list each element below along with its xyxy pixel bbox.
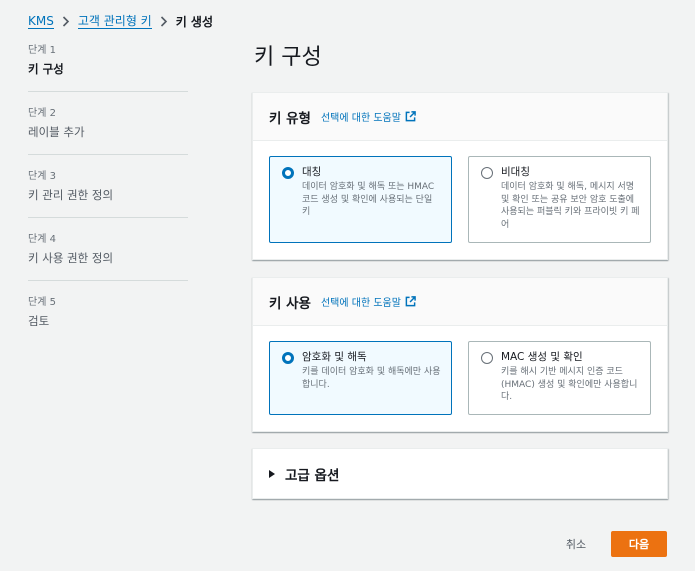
info-link[interactable]: 선택에 대한 도움말 — [321, 109, 416, 124]
breadcrumb-link-kms[interactable]: KMS — [28, 14, 54, 29]
step-number: 단계 3 — [28, 171, 56, 182]
option-title: MAC 생성 및 확인 — [501, 351, 583, 363]
key-type-options: 대칭 데이터 암호화 및 해독 또는 HMAC 코드 생성 및 확인에 사용되는… — [253, 141, 667, 259]
advanced-options-title: 고급 옵션 — [285, 467, 340, 484]
info-link-label: 선택에 대한 도움말 — [320, 113, 401, 124]
option-title: 대칭 — [302, 166, 322, 178]
step-number: 단계 5 — [28, 297, 56, 308]
option-description: 키를 데이터 암호화 및 해독에만 사용합니다. — [302, 367, 441, 390]
radio-selected[interactable] — [282, 167, 294, 179]
radio-unselected[interactable] — [481, 352, 493, 364]
key-type-panel: 키 유형 선택에 대한 도움말 대칭 데이터 암호화 및 해독 또는 HMAC … — [252, 92, 668, 260]
panel-header: 키 유형 선택에 대한 도움말 — [253, 93, 667, 141]
step-label: 검토 — [28, 314, 50, 328]
option-title: 암호화 및 해독 — [302, 351, 367, 363]
info-link-label: 선택에 대한 도움말 — [320, 298, 401, 309]
panel-header: 키 사용 선택에 대한 도움말 — [253, 278, 667, 326]
cancel-button[interactable]: 취소 — [554, 531, 598, 557]
external-link-icon — [405, 111, 416, 122]
page-title: 키 구성 — [254, 45, 322, 70]
option-encrypt-decrypt[interactable]: 암호화 및 해독 키를 데이터 암호화 및 해독에만 사용합니다. — [269, 341, 452, 415]
wizard-steps: 단계 1 키 구성 단계 2 레이블 추가 단계 3 키 관리 권한 정의 단계… — [28, 44, 188, 358]
step-4: 단계 4 키 사용 권한 정의 — [28, 233, 188, 281]
chevron-right-icon — [62, 15, 70, 27]
step-label: 키 관리 권한 정의 — [28, 188, 114, 202]
info-link[interactable]: 선택에 대한 도움말 — [321, 294, 416, 309]
step-label: 레이블 추가 — [28, 125, 85, 139]
panel-title: 키 사용 — [269, 295, 311, 312]
radio-selected[interactable] — [282, 352, 294, 364]
option-asymmetric[interactable]: 비대칭 데이터 암호화 및 해독, 메시지 서명 및 확인 또는 공유 보안 암… — [468, 156, 651, 243]
next-button[interactable]: 다음 — [611, 531, 667, 557]
option-symmetric[interactable]: 대칭 데이터 암호화 및 해독 또는 HMAC 코드 생성 및 확인에 사용되는… — [269, 156, 452, 243]
external-link-icon — [405, 296, 416, 307]
radio-unselected[interactable] — [481, 167, 493, 179]
key-usage-panel: 키 사용 선택에 대한 도움말 암호화 및 해독 키를 데이터 암호화 및 해독… — [252, 277, 668, 432]
breadcrumb-current: 키 생성 — [175, 14, 214, 29]
step-1: 단계 1 키 구성 — [28, 44, 188, 92]
option-description: 데이터 암호화 및 해독, 메시지 서명 및 확인 또는 공유 보안 암호 도출… — [501, 182, 640, 230]
option-description: 데이터 암호화 및 해독 또는 HMAC 코드 생성 및 확인에 사용되는 단일… — [302, 182, 435, 217]
step-number: 단계 1 — [28, 45, 56, 56]
option-description: 키를 해시 기반 메시지 인증 코드(HMAC) 생성 및 확인에만 사용합니다… — [501, 367, 638, 402]
key-usage-options: 암호화 및 해독 키를 데이터 암호화 및 해독에만 사용합니다. MAC 생성… — [253, 326, 667, 431]
chevron-right-icon — [160, 15, 168, 27]
step-2: 단계 2 레이블 추가 — [28, 107, 188, 155]
breadcrumb-link-customer-managed-keys[interactable]: 고객 관리형 키 — [77, 14, 152, 29]
breadcrumb: KMS 고객 관리형 키 키 생성 — [28, 13, 213, 29]
panel-title: 키 유형 — [269, 110, 311, 127]
step-number: 단계 2 — [28, 108, 56, 119]
step-number: 단계 4 — [28, 234, 56, 245]
step-5: 단계 5 검토 — [28, 296, 188, 343]
step-label: 키 구성 — [28, 62, 64, 76]
advanced-options-expander[interactable]: 고급 옵션 — [252, 448, 668, 499]
step-label: 키 사용 권한 정의 — [28, 251, 114, 265]
option-title: 비대칭 — [501, 166, 530, 178]
caret-right-icon — [269, 469, 275, 478]
step-3: 단계 3 키 관리 권한 정의 — [28, 170, 188, 218]
option-mac[interactable]: MAC 생성 및 확인 키를 해시 기반 메시지 인증 코드(HMAC) 생성 … — [468, 341, 651, 415]
